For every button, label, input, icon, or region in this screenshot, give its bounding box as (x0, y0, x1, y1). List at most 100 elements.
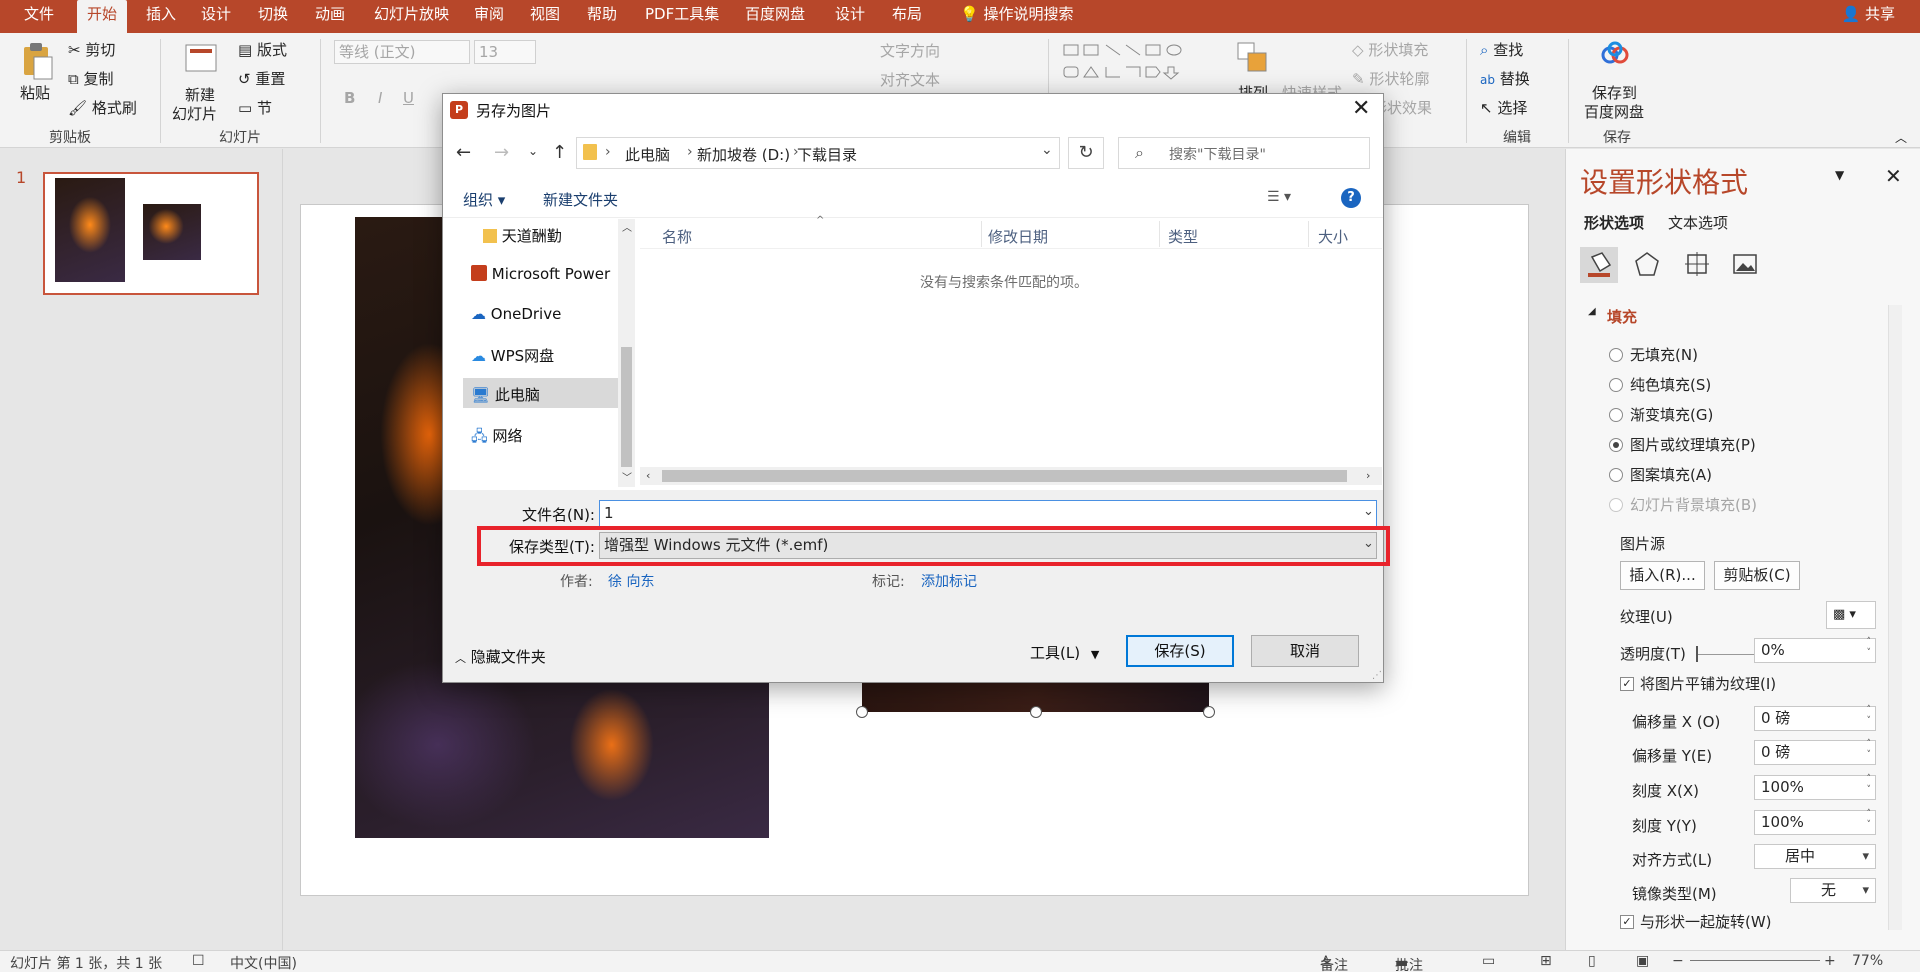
tab-text-options[interactable]: 文本选项 (1668, 212, 1728, 233)
copy-button[interactable]: ⧉ 复制 (68, 68, 114, 89)
pane-scrollbar[interactable] (1888, 305, 1902, 930)
size-properties-icon[interactable] (1682, 249, 1712, 279)
hide-folders-button[interactable]: ︿ 隐藏文件夹 (455, 646, 546, 667)
radio-slide-bg-fill[interactable] (1609, 498, 1623, 512)
radio-picture-fill[interactable] (1609, 438, 1623, 452)
radio-solid-fill[interactable] (1609, 378, 1623, 392)
normal-view-icon[interactable]: ▭ (1482, 953, 1495, 969)
resize-handle[interactable] (1030, 706, 1042, 718)
font-name-select[interactable]: 等线 (正文) (334, 40, 470, 64)
option-slide-bg-fill[interactable]: 幻灯片背景填充(B) (1630, 494, 1757, 515)
save-button[interactable]: 保存(S) (1126, 635, 1234, 667)
shapes-gallery[interactable] (1060, 41, 1220, 89)
author-value[interactable]: 徐 向东 (608, 571, 654, 591)
breadcrumb-drive[interactable]: 新加坡卷 (D:) (697, 144, 790, 165)
pane-close-icon[interactable]: ✕ (1885, 164, 1902, 188)
find-button[interactable]: ⌕ 查找 (1480, 39, 1523, 60)
column-separator[interactable] (1159, 221, 1160, 247)
tab-view[interactable]: 视图 (520, 0, 570, 33)
zoom-in-icon[interactable]: + (1824, 953, 1836, 969)
save-to-baidu-button[interactable]: 保存到 (1592, 82, 1637, 103)
up-arrow-icon[interactable]: ↑ (552, 142, 567, 163)
collapse-section-icon[interactable]: ◢ (1588, 306, 1596, 317)
italic-icon[interactable]: I (378, 89, 382, 107)
nav-item-wps-drive[interactable]: ☁ WPS网盘 (471, 345, 554, 366)
text-direction-button[interactable]: 文字方向 (880, 40, 940, 61)
shape-fill-button[interactable]: ◇ 形状填充 (1352, 39, 1428, 60)
transparency-slider-thumb[interactable] (1696, 646, 1698, 662)
arrange-icon[interactable] (1236, 41, 1270, 77)
dialog-close-icon[interactable]: ✕ (1352, 96, 1370, 121)
tab-review[interactable]: 审阅 (464, 0, 514, 33)
organize-button[interactable]: 组织 ▾ (463, 189, 505, 210)
recent-chevron-icon[interactable]: ⌄ (528, 144, 538, 158)
column-separator[interactable] (981, 221, 982, 247)
option-gradient-fill[interactable]: 渐变填充(G) (1630, 404, 1713, 425)
tab-help[interactable]: 帮助 (577, 0, 627, 33)
paste-button[interactable]: 粘贴 (20, 82, 50, 103)
section-button[interactable]: ▭ 节 (238, 97, 272, 118)
replace-button[interactable]: ab 替换 (1480, 68, 1530, 89)
picture-icon[interactable] (1730, 249, 1760, 279)
effects-icon[interactable] (1632, 249, 1662, 279)
tab-insert[interactable]: 插入 (136, 0, 186, 33)
offset-y-input[interactable]: 0 磅 (1754, 739, 1876, 765)
view-options-icon[interactable]: ☰ ▾ (1267, 189, 1291, 205)
tools-button[interactable]: 工具(L) ▼ (1030, 642, 1099, 663)
zoom-level[interactable]: 77% (1852, 953, 1883, 969)
filename-dropdown-icon[interactable]: ⌄ (1363, 504, 1374, 519)
navigation-scroll-thumb[interactable] (621, 347, 632, 467)
radio-pattern-fill[interactable] (1609, 468, 1623, 482)
column-type[interactable]: 类型 (1168, 226, 1198, 247)
cut-button[interactable]: ✂ 剪切 (68, 39, 115, 60)
option-picture-fill[interactable]: 图片或纹理填充(P) (1630, 434, 1756, 455)
file-list-horizontal-scrollbar[interactable]: ‹ › (640, 467, 1382, 485)
pane-options-chevron-icon[interactable]: ▼ (1835, 168, 1844, 182)
fill-section-header[interactable]: 填充 (1607, 306, 1637, 327)
scale-x-input[interactable]: 100% (1754, 774, 1876, 800)
breadcrumb-this-pc[interactable]: 此电脑 (625, 144, 670, 165)
shape-outline-button[interactable]: ✎ 形状轮廓 (1352, 68, 1429, 89)
refresh-icon[interactable]: ↻ (1068, 137, 1104, 169)
option-no-fill[interactable]: 无填充(N) (1630, 344, 1698, 365)
tab-pdf-tools[interactable]: PDF工具集 (635, 0, 729, 33)
help-icon[interactable]: ? (1341, 188, 1361, 208)
nav-item-network[interactable]: 🖧 网络 (471, 425, 523, 451)
reading-view-icon[interactable]: ▯ (1588, 953, 1596, 969)
texture-picker[interactable]: ▩ ▾ (1826, 601, 1876, 629)
accessibility-icon[interactable]: ☐ (192, 953, 205, 969)
new-folder-button[interactable]: 新建文件夹 (543, 189, 618, 210)
tile-checkbox-label[interactable]: 将图片平铺为纹理(I) (1640, 673, 1776, 694)
rotate-with-shape-checkbox[interactable]: ✓ (1620, 915, 1634, 929)
scroll-right-icon[interactable]: › (1366, 469, 1370, 482)
filename-input[interactable]: 1 (599, 500, 1377, 527)
column-name[interactable]: 名称 (662, 226, 692, 247)
insert-picture-button[interactable]: 插入(R)... (1620, 561, 1705, 590)
layout-button[interactable]: ▤ 版式 (238, 39, 287, 60)
tab-layout[interactable]: 布局 (882, 0, 932, 33)
nav-item-tiandao[interactable]: 天道酬勤 (483, 225, 562, 246)
tab-animations[interactable]: 动画 (305, 0, 355, 33)
clipboard-picture-button[interactable]: 剪贴板(C) (1714, 561, 1800, 590)
paste-icon[interactable] (20, 41, 54, 81)
slide-sorter-icon[interactable]: ⊞ (1540, 953, 1552, 969)
bold-icon[interactable]: B (344, 89, 355, 107)
resize-grip-icon[interactable]: ⋰ (1372, 670, 1382, 681)
transparency-slider[interactable] (1696, 654, 1756, 655)
font-size-select[interactable]: 13 (474, 40, 536, 64)
baidu-cloud-icon[interactable] (1600, 41, 1630, 69)
nav-item-this-pc[interactable]: 🖥 此电脑 (463, 378, 618, 408)
fill-line-icon[interactable] (1580, 247, 1618, 283)
radio-no-fill[interactable] (1609, 348, 1623, 362)
radio-gradient-fill[interactable] (1609, 408, 1623, 422)
align-text-button[interactable]: 对齐文本 (880, 69, 940, 90)
select-button[interactable]: ↖ 选择 (1480, 97, 1527, 118)
add-tags-link[interactable]: 添加标记 (921, 571, 977, 591)
reset-button[interactable]: ↺ 重置 (238, 68, 285, 89)
column-size[interactable]: 大小 (1318, 226, 1348, 247)
share-button[interactable]: 👤 共享 (1842, 0, 1895, 30)
option-solid-fill[interactable]: 纯色填充(S) (1630, 374, 1711, 395)
scroll-up-icon[interactable]: ︿ (622, 219, 632, 234)
horizontal-scroll-thumb[interactable] (662, 470, 1347, 482)
tab-baidu-netdisk[interactable]: 百度网盘 (735, 0, 815, 33)
